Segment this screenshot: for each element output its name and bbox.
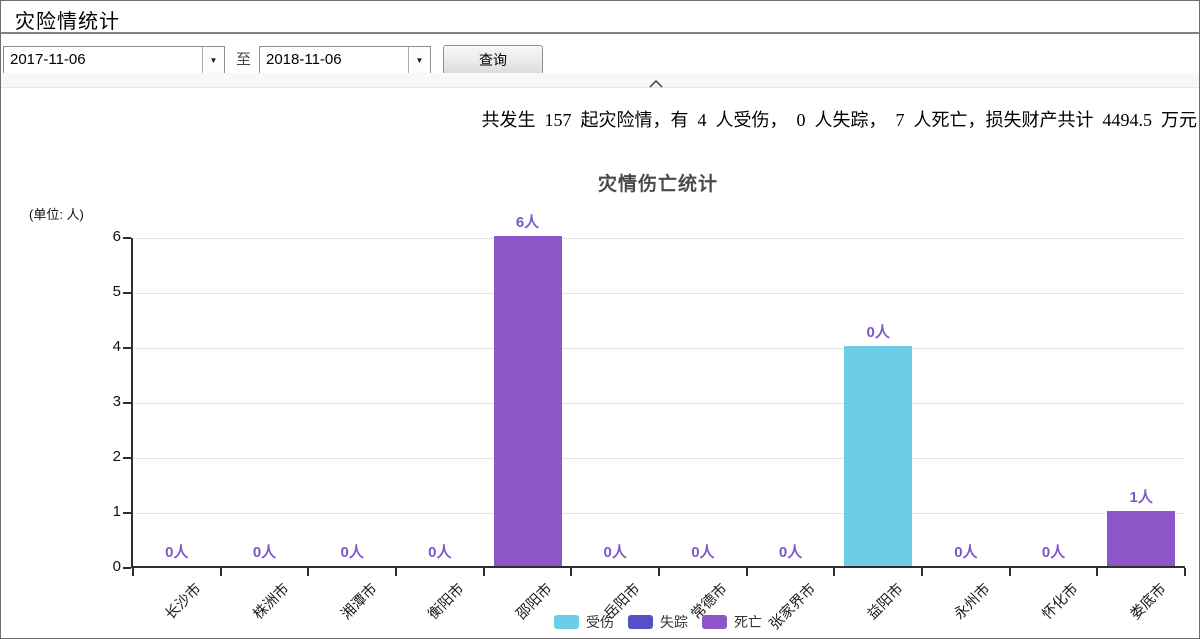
bar-死亡[interactable] xyxy=(494,236,562,566)
end-date-value: 2018-11-06 xyxy=(260,47,408,73)
legend-item-受伤[interactable]: 受伤 xyxy=(554,612,614,632)
x-axis-tick xyxy=(658,568,660,576)
x-axis-tick xyxy=(483,568,485,576)
bar-value-label: 0人 xyxy=(604,541,627,562)
bar-value-label: 6人 xyxy=(516,211,539,232)
y-axis-label: 0 xyxy=(87,558,121,575)
x-axis-tick xyxy=(220,568,222,576)
chart-legend: 受伤 失踪 死亡 xyxy=(131,612,1185,632)
app-window: 灾险情统计 2017-11-06 ▼ 至 2018-11-06 ▼ 查询 共发生… xyxy=(0,0,1200,639)
x-axis-tick xyxy=(1096,568,1098,576)
category-column: 0人衡阳市 xyxy=(396,238,484,566)
category-columns: 0人长沙市0人株洲市0人湘潭市0人衡阳市6人邵阳市0人岳阳市0人常德市0人张家界… xyxy=(133,238,1185,566)
legend-swatch-icon xyxy=(702,615,727,629)
category-column: 0人湘潭市 xyxy=(308,238,396,566)
start-date-value: 2017-11-06 xyxy=(4,47,202,73)
y-axis-label: 6 xyxy=(87,228,121,245)
category-column: 0人张家界市 xyxy=(747,238,835,566)
collapse-strip xyxy=(1,73,1199,88)
x-axis-tick xyxy=(746,568,748,576)
range-separator-label: 至 xyxy=(236,46,251,74)
category-column: 0人长沙市 xyxy=(133,238,221,566)
query-button[interactable]: 查询 xyxy=(443,45,543,75)
y-axis-tick xyxy=(123,347,131,349)
bar-value-label: 0人 xyxy=(1042,541,1065,562)
x-axis-tick xyxy=(132,568,134,576)
unit-label: (单位: 人) xyxy=(29,204,84,223)
y-axis-label: 3 xyxy=(87,393,121,410)
x-axis-tick xyxy=(570,568,572,576)
x-axis-tick xyxy=(921,568,923,576)
collapse-chevron-icon[interactable] xyxy=(649,76,663,85)
bar-value-label: 0人 xyxy=(867,321,890,342)
y-axis-label: 1 xyxy=(87,503,121,520)
legend-label: 死亡 xyxy=(734,612,762,632)
x-axis-tick xyxy=(395,568,397,576)
dropdown-arrow-icon[interactable]: ▼ xyxy=(202,47,224,73)
start-date-picker[interactable]: 2017-11-06 ▼ xyxy=(3,46,225,74)
category-column: 0人怀化市 xyxy=(1010,238,1098,566)
end-date-picker[interactable]: 2018-11-06 ▼ xyxy=(259,46,431,74)
bar-value-label: 0人 xyxy=(954,541,977,562)
legend-label: 失踪 xyxy=(660,612,688,632)
dropdown-arrow-icon[interactable]: ▼ xyxy=(408,47,430,73)
category-column: 0人永州市 xyxy=(922,238,1010,566)
bar-value-label: 0人 xyxy=(779,541,802,562)
bar-受伤[interactable] xyxy=(844,346,912,566)
y-axis-label: 2 xyxy=(87,448,121,465)
category-column: 1人娄底市 xyxy=(1097,238,1185,566)
chart-title: 灾情伤亡统计 xyxy=(131,169,1185,196)
bar-死亡[interactable] xyxy=(1107,511,1175,566)
category-column: 0人株洲市 xyxy=(221,238,309,566)
y-axis-label: 5 xyxy=(87,283,121,300)
legend-swatch-icon xyxy=(554,615,579,629)
category-column: 0人常德市 xyxy=(659,238,747,566)
bar-value-label: 1人 xyxy=(1130,486,1153,507)
y-axis-tick xyxy=(123,512,131,514)
y-axis-tick xyxy=(123,567,131,569)
y-axis-tick xyxy=(123,237,131,239)
legend-swatch-icon xyxy=(628,615,653,629)
y-axis-tick xyxy=(123,292,131,294)
legend-item-失踪[interactable]: 失踪 xyxy=(628,612,688,632)
legend-item-死亡[interactable]: 死亡 xyxy=(702,612,762,632)
bar-value-label: 0人 xyxy=(341,541,364,562)
bar-value-label: 0人 xyxy=(428,541,451,562)
page-title: 灾险情统计 xyxy=(15,5,120,34)
x-axis-tick xyxy=(1184,568,1186,576)
bar-value-label: 0人 xyxy=(691,541,714,562)
y-axis-tick xyxy=(123,402,131,404)
x-axis-tick xyxy=(1009,568,1011,576)
bar-value-label: 0人 xyxy=(165,541,188,562)
legend-label: 受伤 xyxy=(586,612,614,632)
y-axis-label: 4 xyxy=(87,338,121,355)
category-column: 6人邵阳市 xyxy=(484,238,572,566)
title-bar: 灾险情统计 xyxy=(1,1,1199,34)
category-column: 0人益阳市 xyxy=(834,238,922,566)
x-axis-tick xyxy=(307,568,309,576)
category-column: 0人岳阳市 xyxy=(571,238,659,566)
plot-area: 01234560人长沙市0人株洲市0人湘潭市0人衡阳市6人邵阳市0人岳阳市0人常… xyxy=(131,238,1185,568)
x-axis-tick xyxy=(833,568,835,576)
summary-text: 共发生 157 起灾险情，有 4 人受伤， 0 人失踪， 7 人死亡，损失财产共… xyxy=(482,106,1198,132)
y-axis-tick xyxy=(123,457,131,459)
bar-value-label: 0人 xyxy=(253,541,276,562)
